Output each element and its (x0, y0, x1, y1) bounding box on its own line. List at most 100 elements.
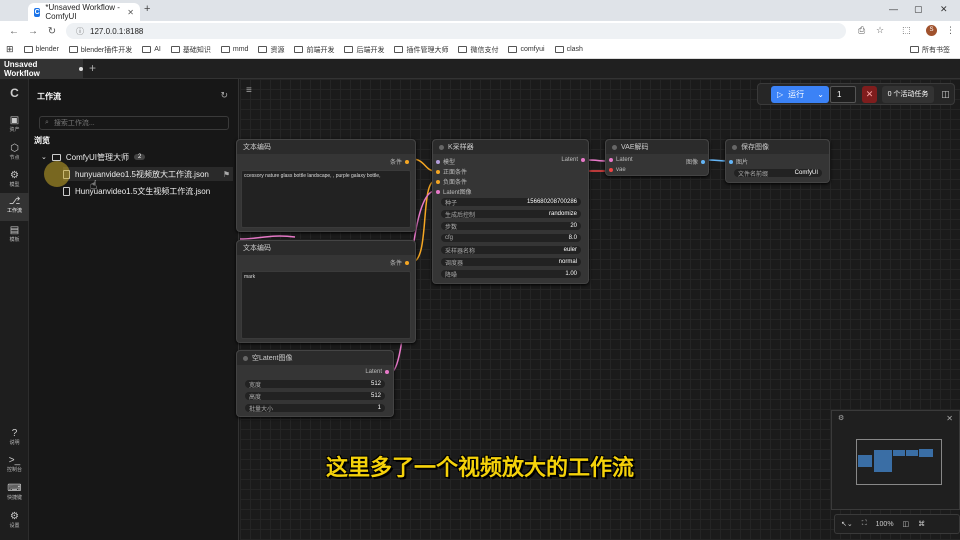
apps-icon[interactable]: ⊞ (6, 44, 14, 55)
workflow-search-input[interactable]: ⌕ 搜索工作流... (39, 116, 229, 130)
bookmark-item[interactable]: 基础知识 (170, 45, 211, 55)
iconbar-assets[interactable]: ▣ 资产 (0, 115, 29, 133)
close-window-icon[interactable]: ✕ (940, 4, 948, 15)
input-slot[interactable]: 正面条件 (436, 167, 467, 176)
minimap[interactable]: ⚙ ✕ (831, 410, 960, 510)
select-tool-icon[interactable]: ↖⌄ (841, 520, 853, 528)
comfy-logo-icon[interactable]: C (0, 87, 29, 99)
iconbar-workflows[interactable]: ⎇ 工作流 (0, 193, 29, 221)
forward-icon[interactable]: → (28, 26, 38, 37)
bookmark-item[interactable]: comfyui (508, 46, 545, 53)
bookmark-item[interactable]: mmd (220, 46, 248, 53)
close-tab-icon[interactable]: ✕ (127, 8, 134, 17)
iconbar-console[interactable]: >_ 控制台 (0, 455, 29, 473)
zoom-controls: ↖⌄ ⛶ 100% ◫ ⌘ (834, 514, 960, 534)
toggle-panel-icon[interactable]: ◫ (938, 86, 953, 103)
output-slot[interactable]: 条件 (390, 258, 409, 267)
output-slot[interactable]: 图像 (686, 157, 705, 166)
node-save-image[interactable]: 保存图像 图片 文件名前缀 ComfyUI (725, 139, 830, 183)
denoise-widget[interactable]: 降噪 1.00 (441, 270, 581, 279)
new-tab-icon[interactable]: + (144, 3, 150, 15)
install-icon[interactable]: ⎙ (858, 25, 865, 36)
maximize-icon[interactable]: ▢ (914, 4, 923, 15)
run-button[interactable]: ▷ 运行 ⌄ (771, 86, 829, 103)
filename-prefix-widget[interactable]: 文件名前缀 ComfyUI (734, 169, 822, 178)
iconbar-settings[interactable]: ⚙ 设置 (0, 511, 29, 529)
prompt-textarea[interactable]: ccessory nature glass bottle landscape, … (241, 170, 411, 228)
new-workflow-icon[interactable]: + (89, 61, 96, 75)
clear-queue-button[interactable]: ✕ (862, 86, 877, 103)
menu-icon[interactable]: ⋮ (946, 25, 955, 36)
site-info-icon[interactable]: ⓘ (76, 26, 84, 37)
iconbar-help[interactable]: ? 说明 (0, 428, 29, 446)
node-text-encode-2[interactable]: 文本编码 条件 mark (236, 240, 416, 343)
output-slot[interactable]: Latent (365, 369, 389, 375)
output-slot[interactable]: Latent (561, 157, 585, 163)
minimap-settings-icon[interactable]: ⚙ (838, 414, 844, 422)
link-visibility-icon[interactable]: ⌘ (918, 520, 925, 528)
prompt-textarea[interactable]: mark (241, 271, 411, 339)
url-field[interactable]: ⓘ 127.0.0.1:8188 (66, 23, 846, 39)
bookmark-item[interactable]: blender插件开发 (68, 45, 132, 55)
reload-icon[interactable]: ↻ (47, 26, 57, 37)
bookmark-item[interactable]: blender (23, 46, 59, 53)
bookmark-item[interactable]: 资源 (258, 45, 284, 55)
minimap-toggle-icon[interactable]: ◫ (903, 520, 910, 528)
bookmark-item[interactable]: AI (142, 46, 161, 53)
terminal-icon: >_ (8, 455, 21, 466)
bookmark-item[interactable]: 前端开发 (294, 45, 334, 55)
input-slot[interactable]: Latent (609, 157, 633, 163)
batch-widget[interactable]: 批量大小 1 (245, 404, 385, 413)
chevron-down-icon[interactable]: ⌄ (817, 90, 824, 99)
minimap-close-icon[interactable]: ✕ (946, 414, 953, 423)
folder-icon (458, 46, 468, 53)
node-vae-decode[interactable]: VAE解码 Latent vae 图像 (605, 139, 709, 176)
all-bookmarks[interactable]: 所有书签 (910, 45, 950, 55)
bookmark-item[interactable]: 后端开发 (344, 45, 384, 55)
back-icon[interactable]: ← (9, 26, 19, 37)
output-slot[interactable]: 条件 (390, 157, 409, 166)
node-text-encode-1[interactable]: 文本编码 条件 ccessory nature glass bottle lan… (236, 139, 416, 232)
control-widget[interactable]: 生成后控制 randomize (441, 210, 581, 219)
bookmark-item[interactable]: 插件管理大师 (394, 45, 448, 55)
seed-widget[interactable]: 种子 156680208700286 (441, 198, 581, 207)
batch-count-input[interactable]: 1 (830, 86, 856, 103)
bookmark-icon[interactable]: ⚑ (223, 170, 230, 179)
steps-widget[interactable]: 步数 20 (441, 222, 581, 231)
fit-view-icon[interactable]: ⛶ (862, 520, 867, 528)
input-slot[interactable]: 模型 (436, 157, 455, 166)
iconbar-nodes[interactable]: ⬡ 节点 (0, 143, 29, 161)
workflow-file-row[interactable]: hunyuanvideo1.5视频放大工作流.json ⚑ (63, 167, 233, 181)
extensions-icon[interactable]: ⬚ (902, 25, 911, 36)
workflow-file-row[interactable]: Hunyuanvideo1.5文生视频工作流.json (63, 184, 233, 198)
height-widget[interactable]: 高度 512 (245, 392, 385, 401)
active-tasks-button[interactable]: 0 个活动任务 (882, 86, 934, 103)
sampler-widget[interactable]: 采样器名称 euler (441, 246, 581, 255)
zoom-level[interactable]: 100% (876, 521, 894, 528)
url-text: 127.0.0.1:8188 (90, 26, 144, 36)
browser-tab-strip: C *Unsaved Workflow - ComfyUI ✕ + — ▢ ✕ (0, 0, 960, 21)
bookmark-item[interactable]: clash (554, 46, 583, 53)
scheduler-widget[interactable]: 调度器 normal (441, 258, 581, 267)
folder-icon (142, 46, 152, 53)
iconbar-models[interactable]: ⚙ 模型 (0, 170, 29, 188)
bookmark-item[interactable]: 微信支付 (458, 45, 498, 55)
cfg-widget[interactable]: cfg 8.0 (441, 234, 581, 242)
minimize-icon[interactable]: — (889, 4, 898, 14)
profile-avatar[interactable]: S (926, 25, 937, 36)
browser-tab[interactable]: C *Unsaved Workflow - ComfyUI ✕ (28, 3, 140, 21)
input-slot[interactable]: 负面条件 (436, 177, 467, 186)
folder-icon (220, 46, 230, 53)
refresh-icon[interactable]: ↻ (220, 90, 228, 101)
iconbar-templates[interactable]: ▤ 模板 (0, 225, 29, 243)
iconbar-shortcuts[interactable]: ⌨ 快捷键 (0, 483, 29, 501)
input-slot[interactable]: 图片 (729, 157, 748, 166)
width-widget[interactable]: 宽度 512 (245, 380, 385, 389)
bookmark-star-icon[interactable]: ☆ (876, 25, 884, 36)
browser-tab-title: *Unsaved Workflow - ComfyUI (45, 3, 120, 21)
workflow-tab[interactable]: Unsaved Workflow (0, 59, 83, 79)
node-ksampler[interactable]: K采样器 模型 正面条件 负面条件 Latent图像 Latent 种子 1566… (432, 139, 589, 284)
node-empty-latent[interactable]: 空Latent图像 Latent 宽度 512 高度 512 批量大小 1 (236, 350, 394, 417)
input-slot[interactable]: vae (609, 167, 626, 173)
input-slot[interactable]: Latent图像 (436, 187, 472, 196)
